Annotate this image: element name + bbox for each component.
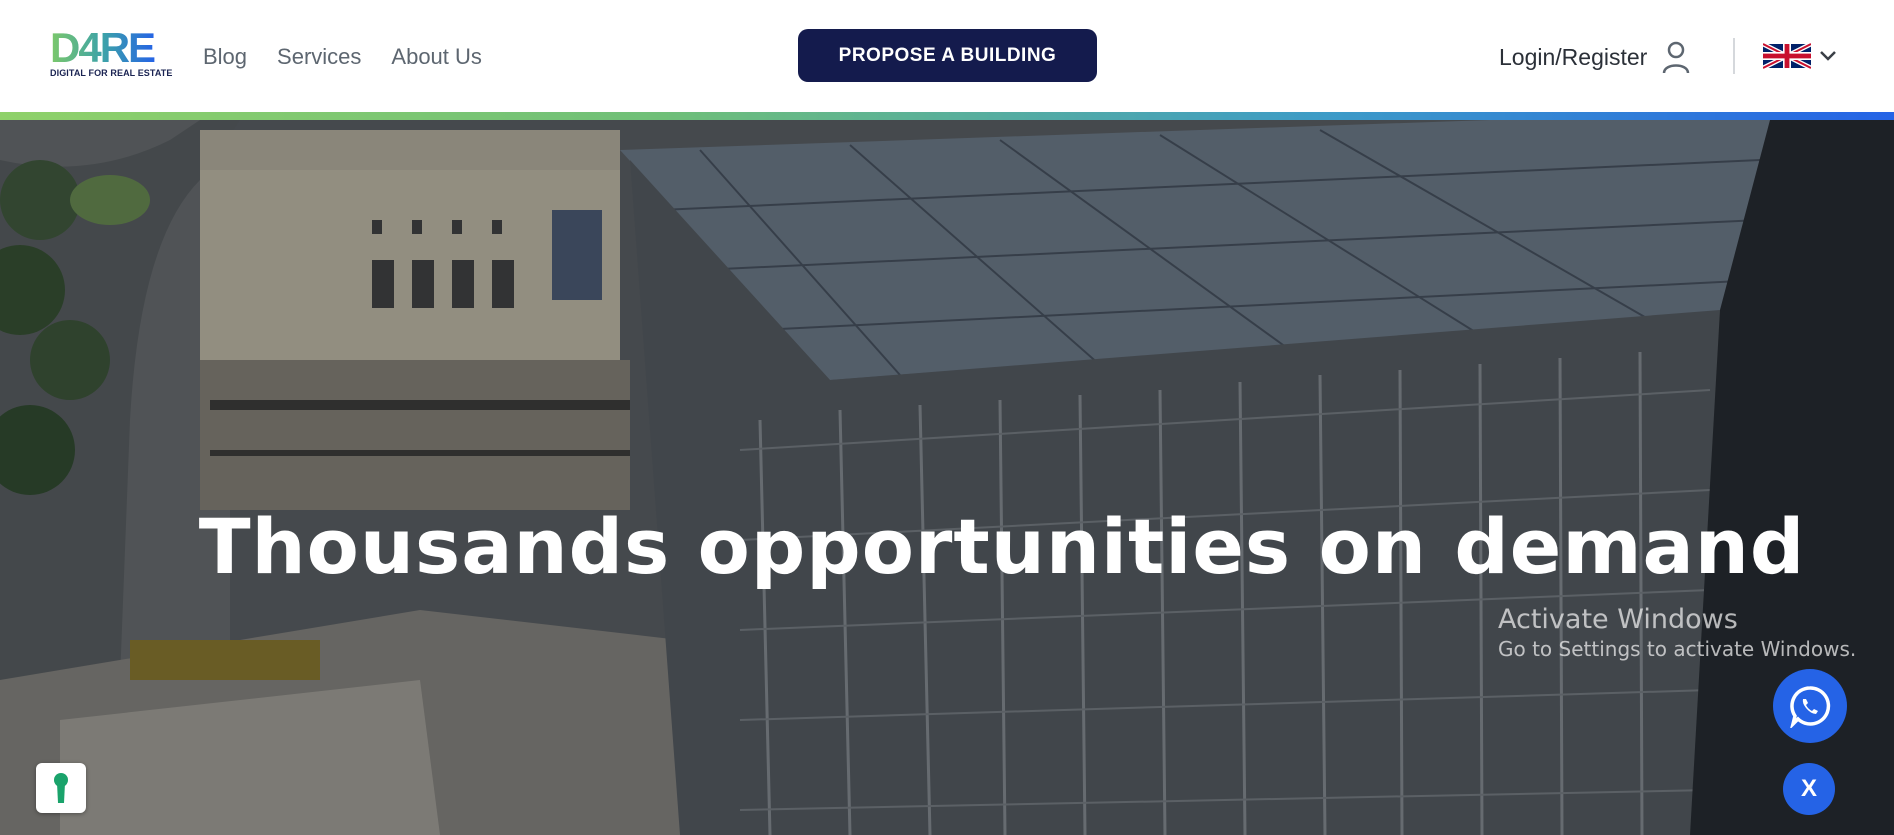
propose-building-button[interactable]: PROPOSE A BUILDING <box>798 29 1097 82</box>
site-header: D4RE DIGITAL FOR REAL ESTATE Blog Servic… <box>0 0 1894 112</box>
cookie-settings-button[interactable] <box>36 763 86 813</box>
hero-dark-overlay <box>0 120 1894 835</box>
watermark-title: Activate Windows <box>1498 604 1738 635</box>
hero-section: Thousands opportunities on demand <box>0 120 1894 835</box>
whatsapp-chat-button[interactable] <box>1773 669 1847 743</box>
windows-activation-watermark: Activate Windows Go to Settings to activ… <box>1498 604 1856 662</box>
whatsapp-icon <box>1790 686 1831 728</box>
watermark-subtitle: Go to Settings to activate Windows. <box>1498 637 1857 661</box>
logo-wordmark: D4RE <box>50 26 155 66</box>
chevron-down-icon <box>1820 51 1836 61</box>
uk-flag-icon <box>1763 43 1811 69</box>
header-divider <box>1733 38 1735 74</box>
keyhole-icon <box>54 773 68 803</box>
login-register-link[interactable]: Login/Register <box>1499 40 1691 74</box>
user-icon <box>1663 41 1690 74</box>
login-register-label: Login/Register <box>1499 43 1648 70</box>
d4re-logo-mark: D4RE <box>50 26 157 66</box>
header-accent-bar <box>0 112 1894 120</box>
nav-item-services[interactable]: Services <box>277 44 361 70</box>
logo-tagline: DIGITAL FOR REAL ESTATE <box>50 68 173 78</box>
close-widget-button[interactable]: X <box>1783 763 1835 815</box>
language-selector[interactable] <box>1763 43 1837 69</box>
hero-title: Thousands opportunities on demand <box>198 502 1806 591</box>
d4re-logo[interactable]: D4RE DIGITAL FOR REAL ESTATE <box>50 26 174 78</box>
nav-item-about-us[interactable]: About Us <box>391 44 482 70</box>
main-nav: Blog Services About Us <box>203 44 482 70</box>
nav-item-blog[interactable]: Blog <box>203 44 247 70</box>
